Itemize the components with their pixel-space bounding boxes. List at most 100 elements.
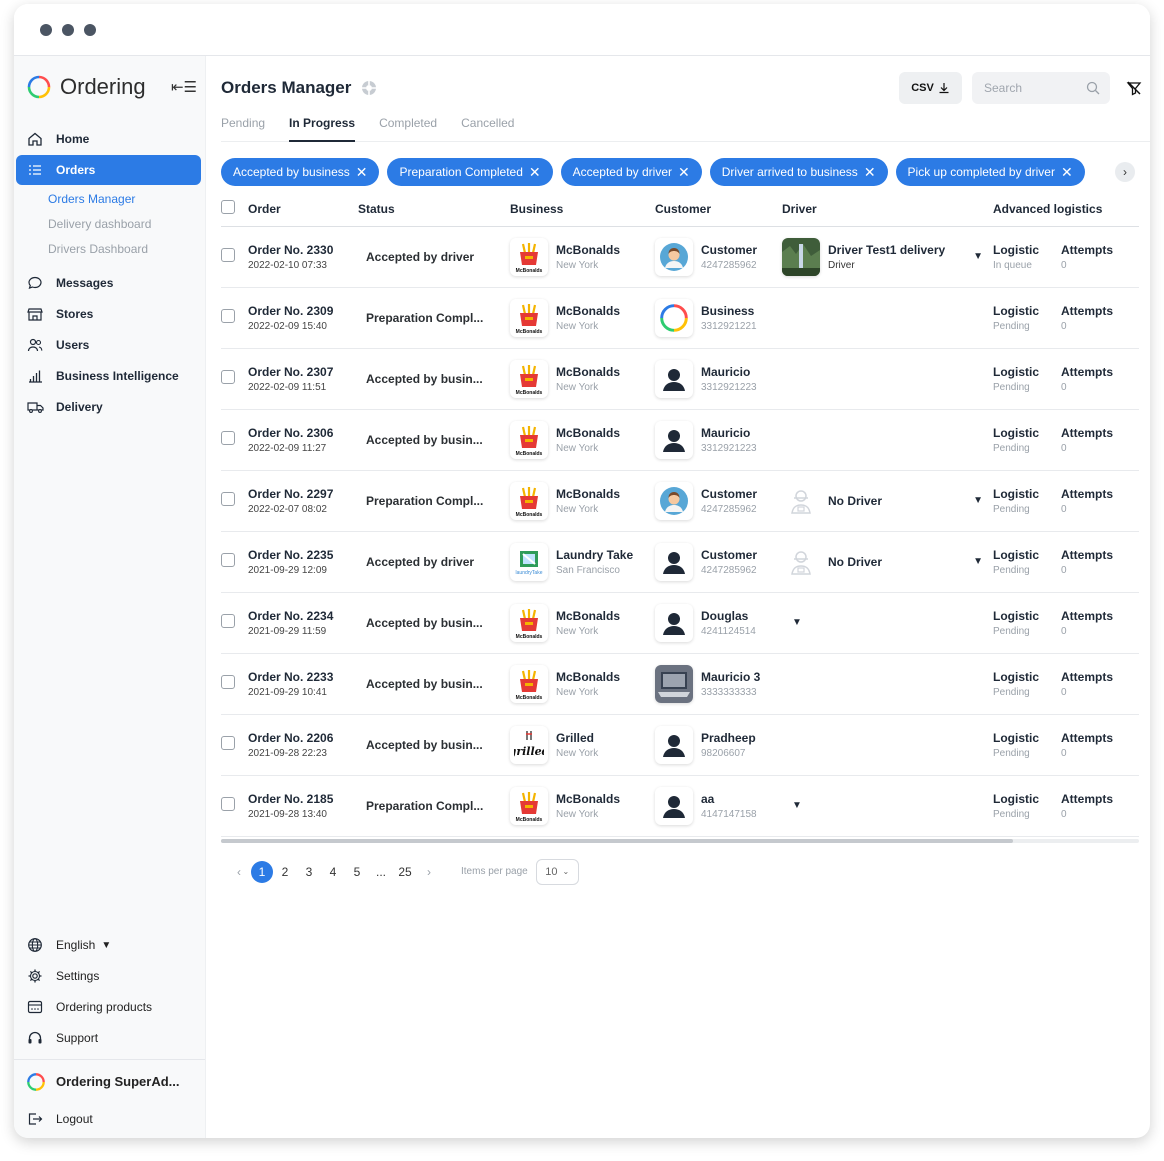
row-checkbox[interactable] — [221, 370, 235, 384]
row-checkbox[interactable] — [221, 431, 235, 445]
row-checkbox[interactable] — [221, 492, 235, 506]
close-icon[interactable]: ✕ — [864, 165, 876, 179]
page-button[interactable]: 2 — [273, 861, 297, 883]
search-icon[interactable] — [1086, 81, 1100, 95]
chevron-right-icon[interactable]: › — [1115, 162, 1135, 182]
csv-export-button[interactable]: CSV — [899, 72, 962, 104]
table-row[interactable]: Order No. 2306 2022-02-09 11:27 Accepted b… — [221, 409, 1139, 471]
logistic-label: Logistic — [993, 730, 1040, 745]
tab-completed[interactable]: Completed — [379, 116, 437, 142]
nav-item-orders[interactable]: Orders — [16, 155, 201, 185]
clear-filter-icon[interactable] — [1124, 78, 1144, 98]
lifebuoy-icon[interactable] — [361, 80, 377, 96]
order-date: 2021-09-28 22:23 — [248, 747, 327, 759]
close-icon[interactable]: ✕ — [356, 165, 368, 179]
nav-item-settings[interactable]: Settings — [16, 961, 201, 991]
mcbonalds-logo: McBonalds — [510, 481, 548, 520]
download-icon — [939, 83, 949, 94]
ordering-logo-icon — [27, 75, 51, 99]
nav-item-messages[interactable]: Messages — [16, 268, 201, 298]
filter-chip[interactable]: Accepted by business ✕ — [221, 158, 380, 186]
page-button[interactable]: 25 — [393, 861, 417, 883]
nav-item-users[interactable]: Users — [16, 330, 201, 360]
order-number: Order No. 2235 — [248, 547, 334, 562]
collapse-sidebar-icon[interactable]: ⇤☰ — [171, 78, 197, 96]
table-row[interactable]: Order No. 2330 2022-02-10 07:33 Accepted b… — [221, 226, 1139, 288]
logistic-label: Logistic — [993, 425, 1040, 440]
tab-cancelled[interactable]: Cancelled — [461, 116, 514, 142]
driver-dropdown-caret-icon[interactable]: ▼ — [792, 800, 802, 811]
order-number: Order No. 2307 — [248, 364, 334, 379]
close-icon[interactable]: ✕ — [1061, 165, 1073, 179]
filter-chip[interactable]: Accepted by driver ✕ — [560, 158, 702, 186]
customer-avatar — [655, 786, 693, 825]
driver-dropdown-caret-icon[interactable]: ▼ — [792, 617, 802, 628]
attempts-value: 0 — [1061, 381, 1067, 393]
row-checkbox[interactable] — [221, 553, 235, 567]
nav-sub-delivery-dashboard[interactable]: Delivery dashboard — [14, 211, 205, 236]
row-checkbox[interactable] — [221, 736, 235, 750]
table-row[interactable]: Order No. 2233 2021-09-29 10:41 Accepted b… — [221, 653, 1139, 715]
nav-sub-drivers-dashboard[interactable]: Drivers Dashboard — [14, 236, 205, 261]
row-checkbox[interactable] — [221, 309, 235, 323]
tab-pending[interactable]: Pending — [221, 116, 265, 142]
customer-avatar — [655, 237, 693, 276]
nav-item-ordering-products[interactable]: Ordering products — [16, 992, 201, 1022]
nav-item-stores[interactable]: Stores — [16, 299, 201, 329]
table-row[interactable]: Order No. 2206 2021-09-28 22:23 Accepted b… — [221, 714, 1139, 776]
table-row[interactable]: Order No. 2297 2022-02-07 08:02 Preparatio… — [221, 470, 1139, 532]
row-checkbox[interactable] — [221, 797, 235, 811]
business-city: New York — [556, 808, 599, 820]
table-row[interactable]: Order No. 2235 2021-09-29 12:09 Accepted b… — [221, 531, 1139, 593]
page-button[interactable]: 3 — [297, 861, 321, 883]
nav-item-home[interactable]: Home — [16, 124, 201, 154]
close-icon[interactable]: ✕ — [678, 165, 690, 179]
table-row[interactable]: Order No. 2307 2022-02-09 11:51 Accepted b… — [221, 348, 1139, 410]
chart-icon — [26, 367, 44, 385]
mcbonalds-logo: McBonalds — [510, 237, 548, 276]
customer-name: Mauricio — [701, 364, 751, 379]
nav-item-delivery[interactable]: Delivery — [16, 392, 201, 422]
driver-dropdown-caret-icon[interactable]: ▼ — [973, 556, 983, 567]
table-row[interactable]: Order No. 2309 2022-02-09 15:40 Preparatio… — [221, 287, 1139, 349]
user-profile[interactable]: Ordering SuperAd... — [14, 1059, 205, 1103]
row-checkbox[interactable] — [221, 248, 235, 262]
page-button[interactable]: 5 — [345, 861, 369, 883]
attempts-label: Attempts — [1061, 425, 1114, 440]
close-icon[interactable]: ✕ — [529, 165, 541, 179]
select-all-checkbox[interactable] — [221, 200, 235, 215]
window-titlebar — [14, 4, 1150, 56]
mcbonalds-logo: McBonalds — [510, 786, 548, 825]
filter-chip[interactable]: Pick up completed by driver ✕ — [895, 158, 1085, 186]
customer-name: aa — [701, 791, 715, 806]
prev-page-icon[interactable]: ‹ — [227, 861, 251, 883]
page-button[interactable]: 1 — [251, 860, 273, 883]
filter-chip[interactable]: Preparation Completed ✕ — [387, 158, 553, 186]
table-row[interactable]: Order No. 2234 2021-09-29 11:59 Accepted b… — [221, 592, 1139, 654]
attempts-label: Attempts — [1061, 791, 1114, 806]
driver-dropdown-caret-icon[interactable]: ▼ — [973, 251, 983, 262]
page-button[interactable]: 4 — [321, 861, 345, 883]
row-checkbox[interactable] — [221, 675, 235, 689]
logistic-label: Logistic — [993, 486, 1040, 501]
logout-button[interactable]: Logout — [16, 1104, 201, 1134]
nav-label-home: Home — [56, 132, 90, 146]
scrollbar-thumb[interactable] — [221, 838, 1013, 843]
nav-item-business-intelligence[interactable]: Business Intelligence — [16, 361, 201, 391]
row-checkbox[interactable] — [221, 614, 235, 628]
driver-dropdown-caret-icon[interactable]: ▼ — [973, 495, 983, 506]
items-per-page-select[interactable]: 10 ⌄ — [535, 858, 579, 885]
filter-chip[interactable]: Driver arrived to business ✕ — [709, 158, 888, 186]
order-status: Preparation Compl... — [366, 798, 484, 813]
brand[interactable]: Ordering — [26, 74, 146, 100]
tab-in-progress[interactable]: In Progress — [289, 116, 356, 142]
nav-item-support[interactable]: Support — [16, 1023, 201, 1053]
horizontal-scrollbar[interactable] — [221, 838, 1139, 843]
table-row[interactable]: Order No. 2185 2021-09-28 13:40 Preparatio… — [221, 775, 1139, 837]
home-icon — [26, 130, 44, 148]
language-selector[interactable]: English ▼ — [16, 930, 201, 960]
nav-sub-orders-manager[interactable]: Orders Manager — [14, 186, 205, 211]
nav-label-messages: Messages — [56, 276, 114, 290]
next-page-icon[interactable]: › — [417, 861, 441, 883]
brand-name: Ordering — [60, 74, 146, 99]
